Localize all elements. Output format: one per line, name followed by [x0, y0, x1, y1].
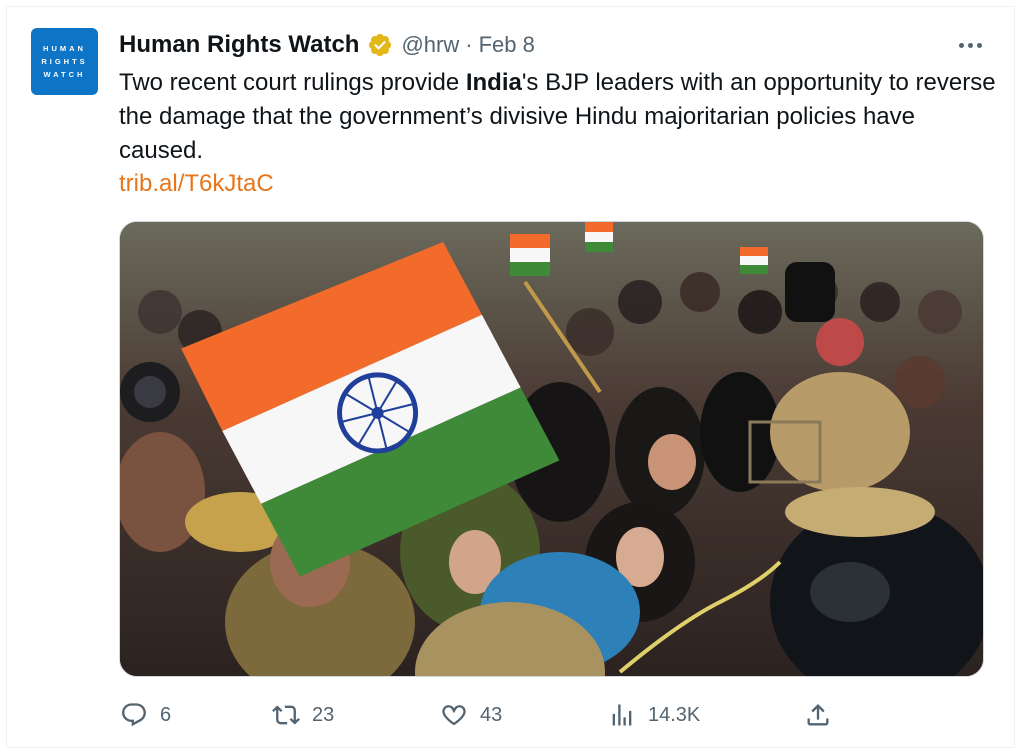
text-before: Two recent court rulings provide	[119, 69, 466, 96]
avatar-line-3: WATCH	[43, 70, 86, 79]
more-icon[interactable]	[950, 30, 990, 60]
action-bar: 6 23 43 14.3K	[0, 698, 1023, 732]
avatar-line-2: RIGHTS	[41, 57, 88, 66]
tweet-link[interactable]: trib.al/T6kJtaC	[119, 168, 274, 200]
retweet-icon	[272, 705, 300, 725]
views-icon	[612, 704, 632, 726]
retweet-count: 23	[312, 703, 335, 726]
reply-count: 6	[160, 703, 172, 726]
avatar[interactable]: HUMAN RIGHTS WATCH	[31, 28, 98, 95]
author-name[interactable]: Human Rights Watch	[119, 31, 359, 59]
share-icon	[807, 704, 829, 726]
protest-photo-illustration	[120, 222, 983, 676]
reply-icon	[122, 703, 146, 727]
tweet-header: Human Rights Watch @hrw · Feb 8	[119, 30, 535, 60]
share-button[interactable]	[804, 698, 832, 732]
like-icon	[442, 705, 466, 726]
tweet-text: Two recent court rulings provide India's…	[119, 66, 999, 168]
separator: ·	[465, 32, 473, 57]
views-count: 14.3K	[648, 703, 701, 726]
avatar-line-1: HUMAN	[43, 44, 86, 53]
text-bold-india: India	[465, 69, 522, 96]
retweet-button[interactable]: 23	[272, 698, 334, 732]
verified-badge-icon	[369, 33, 392, 57]
views-button[interactable]: 14.3K	[608, 698, 700, 732]
like-button[interactable]: 43	[440, 698, 502, 732]
tweet-date[interactable]: Feb 8	[479, 32, 535, 58]
tweet-photo[interactable]	[119, 221, 984, 677]
like-count: 43	[480, 703, 503, 726]
author-handle[interactable]: @hrw	[401, 32, 459, 58]
reply-button[interactable]: 6	[120, 698, 171, 732]
